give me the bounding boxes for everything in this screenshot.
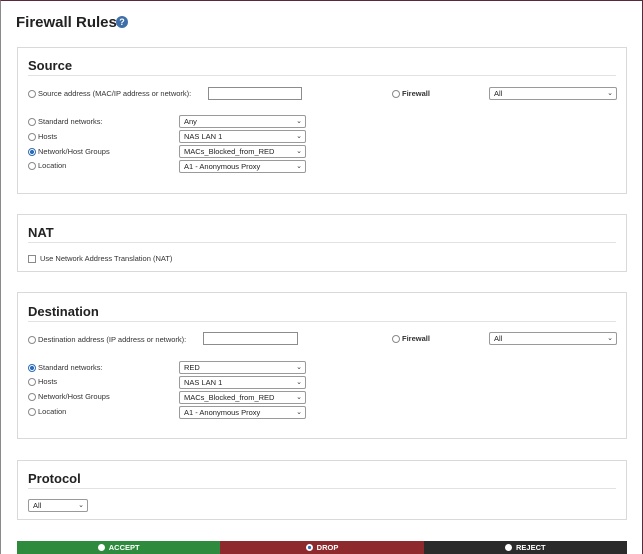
chevron-down-icon: ⌄ <box>607 90 613 97</box>
destination-address-input[interactable] <box>203 332 298 345</box>
destination-firewall-select-value: All <box>494 334 503 343</box>
destination-standard-label: Standard networks: <box>38 363 103 372</box>
chevron-down-icon: ⌄ <box>296 379 302 386</box>
destination-standard-value: RED <box>184 363 200 372</box>
destination-groups-radio[interactable] <box>28 392 36 401</box>
nat-option[interactable]: Use Network Address Translation (NAT) <box>28 254 172 263</box>
source-standard-radio[interactable] <box>28 117 36 126</box>
source-firewall-label: Firewall <box>402 89 430 98</box>
chevron-down-icon: ⌄ <box>296 148 302 155</box>
source-groups-value: MACs_Blocked_from_RED <box>184 147 275 156</box>
destination-row-groups[interactable]: Network/Host Groups <box>28 392 110 401</box>
source-firewall-select[interactable]: All ⌄ <box>489 87 617 100</box>
source-address-radio[interactable] <box>28 89 36 98</box>
destination-standard-radio[interactable] <box>28 363 36 372</box>
destination-section: Destination Destination address (IP addr… <box>17 292 627 439</box>
source-location-label: Location <box>38 161 67 170</box>
source-row-hosts[interactable]: Hosts <box>28 132 57 141</box>
source-groups-label: Network/Host Groups <box>38 147 110 156</box>
destination-firewall-radio[interactable] <box>392 334 400 343</box>
reject-label: REJECT <box>516 543 546 552</box>
source-groups-radio[interactable] <box>28 147 36 156</box>
destination-row-hosts[interactable]: Hosts <box>28 377 57 386</box>
chevron-down-icon: ⌄ <box>296 409 302 416</box>
action-bar: ACCEPT DROP REJECT <box>17 541 627 554</box>
source-row-standard[interactable]: Standard networks: <box>28 117 103 126</box>
destination-hosts-radio[interactable] <box>28 377 36 386</box>
accept-radio[interactable] <box>97 544 105 551</box>
nat-checkbox[interactable] <box>28 254 36 263</box>
accept-label: ACCEPT <box>108 543 140 552</box>
source-firewall-radio[interactable] <box>392 89 400 98</box>
destination-location-label: Location <box>38 407 67 416</box>
destination-location-value: A1 - Anonymous Proxy <box>184 408 261 417</box>
chevron-down-icon: ⌄ <box>296 364 302 371</box>
source-divider <box>28 75 616 76</box>
destination-hosts-select[interactable]: NAS LAN 1 ⌄ <box>179 376 306 389</box>
reject-button[interactable]: REJECT <box>423 541 627 554</box>
source-section: Source Source address (MAC/IP address or… <box>17 47 627 194</box>
destination-row-location[interactable]: Location <box>28 407 66 416</box>
help-icon[interactable]: ? <box>116 16 128 28</box>
drop-button[interactable]: DROP <box>220 541 424 554</box>
source-address-option[interactable]: Source address (MAC/IP address or networ… <box>28 89 191 98</box>
source-standard-value: Any <box>184 117 197 126</box>
source-row-groups[interactable]: Network/Host Groups <box>28 147 110 156</box>
source-standard-label: Standard networks: <box>38 117 103 126</box>
page-title: Firewall Rules <box>16 14 117 31</box>
protocol-select[interactable]: All ⌄ <box>28 499 88 512</box>
destination-address-label: Destination address (IP address or netwo… <box>38 335 187 344</box>
source-standard-select[interactable]: Any ⌄ <box>179 115 306 128</box>
destination-groups-value: MACs_Blocked_from_RED <box>184 393 275 402</box>
protocol-divider <box>28 488 616 489</box>
chevron-down-icon: ⌄ <box>78 502 84 509</box>
source-hosts-select[interactable]: NAS LAN 1 ⌄ <box>179 130 306 143</box>
chevron-down-icon: ⌄ <box>607 335 613 342</box>
destination-firewall-label: Firewall <box>402 334 430 343</box>
source-groups-select[interactable]: MACs_Blocked_from_RED ⌄ <box>179 145 306 158</box>
destination-address-option[interactable]: Destination address (IP address or netwo… <box>28 335 186 344</box>
source-title: Source <box>28 58 73 73</box>
source-location-select[interactable]: A1 - Anonymous Proxy ⌄ <box>179 160 306 173</box>
protocol-title: Protocol <box>28 471 81 486</box>
source-firewall-option[interactable]: Firewall <box>392 89 430 98</box>
destination-location-radio[interactable] <box>28 407 36 416</box>
destination-standard-select[interactable]: RED ⌄ <box>179 361 306 374</box>
source-address-label: Source address (MAC/IP address or networ… <box>38 89 192 98</box>
drop-radio[interactable] <box>305 544 313 551</box>
source-location-value: A1 - Anonymous Proxy <box>184 162 261 171</box>
destination-title: Destination <box>28 304 99 319</box>
destination-divider <box>28 321 616 322</box>
source-hosts-label: Hosts <box>38 132 58 141</box>
nat-divider <box>28 242 616 243</box>
destination-hosts-value: NAS LAN 1 <box>184 378 223 387</box>
source-firewall-select-value: All <box>494 89 503 98</box>
source-address-input[interactable] <box>208 87 302 100</box>
protocol-select-value: All <box>33 501 42 510</box>
chevron-down-icon: ⌄ <box>296 133 302 140</box>
nat-title: NAT <box>28 225 54 240</box>
source-location-radio[interactable] <box>28 161 36 170</box>
destination-address-radio[interactable] <box>28 335 36 344</box>
destination-hosts-label: Hosts <box>38 377 58 386</box>
destination-firewall-option[interactable]: Firewall <box>392 334 430 343</box>
reject-radio[interactable] <box>505 544 513 551</box>
destination-firewall-select[interactable]: All ⌄ <box>489 332 617 345</box>
nat-checkbox-label: Use Network Address Translation (NAT) <box>40 254 173 263</box>
source-hosts-value: NAS LAN 1 <box>184 132 223 141</box>
protocol-section: Protocol All ⌄ <box>17 460 627 520</box>
chevron-down-icon: ⌄ <box>296 118 302 125</box>
drop-label: DROP <box>316 543 339 552</box>
destination-row-standard[interactable]: Standard networks: <box>28 363 103 372</box>
destination-groups-select[interactable]: MACs_Blocked_from_RED ⌄ <box>179 391 306 404</box>
chevron-down-icon: ⌄ <box>296 163 302 170</box>
source-hosts-radio[interactable] <box>28 132 36 141</box>
chevron-down-icon: ⌄ <box>296 394 302 401</box>
nat-section: NAT Use Network Address Translation (NAT… <box>17 214 627 272</box>
destination-groups-label: Network/Host Groups <box>38 392 110 401</box>
accept-button[interactable]: ACCEPT <box>17 541 221 554</box>
source-row-location[interactable]: Location <box>28 161 66 170</box>
destination-location-select[interactable]: A1 - Anonymous Proxy ⌄ <box>179 406 306 419</box>
